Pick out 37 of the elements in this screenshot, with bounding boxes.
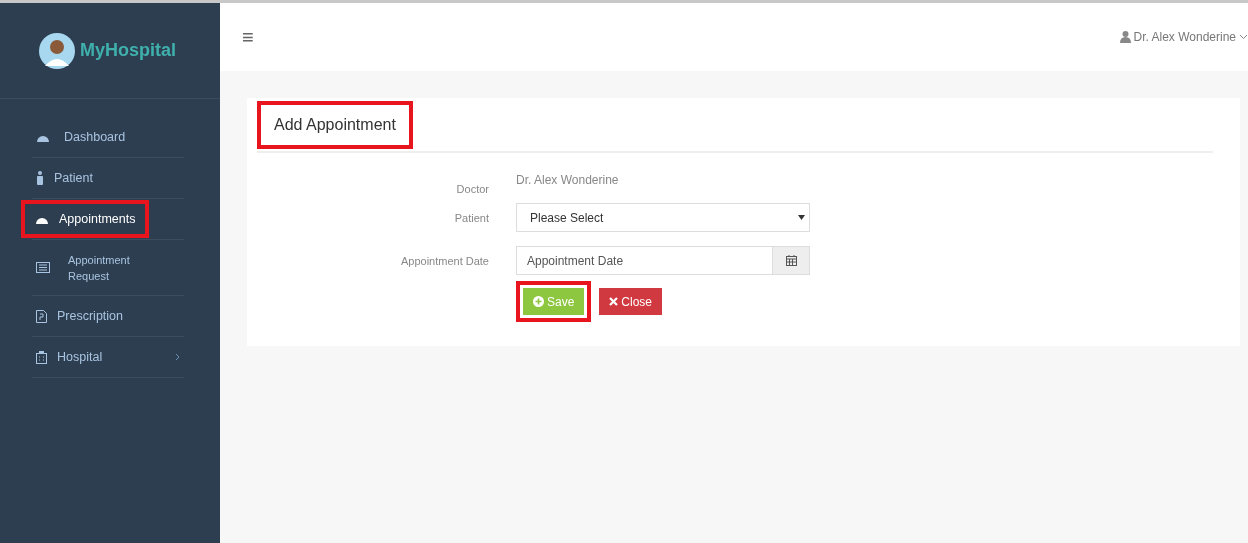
sidebar-item-label: Prescription	[57, 309, 123, 323]
doctor-value: Dr. Alex Wonderine	[516, 172, 619, 187]
brand-name: MyHospital	[80, 40, 176, 61]
field-label: Doctor	[455, 183, 490, 195]
sidebar-item[interactable]: Patient	[32, 171, 184, 185]
sidebar-item-label: Dashboard	[64, 130, 126, 144]
sidebar-item-label: Patient	[54, 171, 93, 185]
chevron-icon	[175, 353, 180, 361]
field-label: Patient	[453, 211, 490, 224]
plus-circle-icon	[533, 296, 544, 307]
close-button[interactable]: Close	[599, 288, 663, 315]
calendar-icon	[785, 255, 797, 266]
building-icon	[36, 350, 47, 364]
sidebar-item-label: Appointments	[59, 212, 136, 226]
field-label: Appointment Date	[399, 254, 490, 267]
menu-icon[interactable]: ≡	[242, 25, 254, 49]
sidebar-item-label: Appointment Request	[68, 252, 131, 284]
sidebar-item[interactable]: Appointment Request	[32, 251, 184, 284]
user-icon	[1119, 31, 1131, 43]
document-icon	[36, 309, 47, 323]
close-icon	[609, 297, 619, 306]
dropdown-icon	[798, 215, 805, 220]
list-icon	[36, 262, 50, 273]
person-icon	[36, 171, 44, 185]
form-title: Add Appointment	[257, 100, 413, 149]
sidebar-item[interactable]: Prescription	[32, 309, 184, 323]
date-field[interactable]: Appointment Date	[516, 246, 773, 275]
avatar-icon	[38, 31, 76, 70]
patient-select[interactable]: Please Select	[516, 203, 810, 232]
calendar-button[interactable]	[773, 246, 810, 275]
user-menu[interactable]: Dr. Alex Wonderine	[1119, 30, 1248, 44]
sidebar-item[interactable]: Appointments	[29, 208, 142, 230]
sidebar-item[interactable]: Dashboard	[32, 130, 184, 144]
sidebar-item-label: Hospital	[57, 350, 103, 364]
user-name: Dr. Alex Wonderine	[1133, 30, 1236, 44]
sidebar-item[interactable]: Hospital	[32, 350, 184, 364]
chevron-icon	[1239, 34, 1248, 40]
